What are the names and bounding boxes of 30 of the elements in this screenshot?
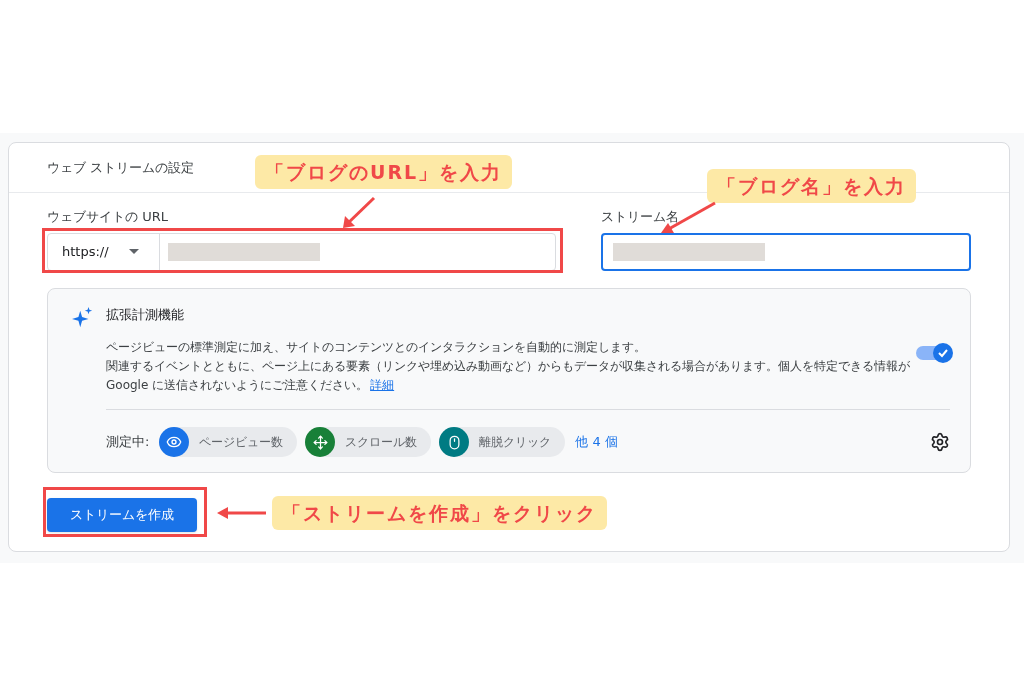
event-chip: 離脱クリック [439, 427, 566, 457]
settings-icon[interactable] [930, 432, 950, 452]
create-stream-button[interactable]: ストリームを作成 [47, 497, 197, 532]
section-title: 拡張計測機能 [106, 305, 185, 324]
check-icon [937, 347, 949, 359]
eye-icon [166, 434, 183, 450]
details-link[interactable]: 詳細 [370, 378, 395, 392]
more-events-link[interactable]: 他 4 個 [575, 432, 618, 452]
callout-label: 「ストリームを作成」をクリック [272, 496, 607, 530]
sparkle-icon [72, 306, 94, 329]
arrow-icon [216, 505, 266, 521]
stream-name-input[interactable] [601, 232, 971, 271]
url-input-field[interactable]: https:// [47, 232, 556, 271]
caret-icon [128, 249, 139, 254]
move-arrows-icon [312, 434, 328, 450]
measuring-label: 測定中: [106, 433, 150, 452]
arrow-icon [340, 195, 378, 231]
event-chip: ページビュー数 [159, 427, 298, 457]
mouse-icon [446, 434, 462, 450]
field-label: ストリーム名 [601, 208, 679, 226]
protocol-dropdown[interactable]: https:// [48, 233, 160, 270]
card-title: ウェブ ストリームの設定 [47, 158, 195, 177]
event-chip: スクロール数 [305, 427, 432, 457]
description-text: ページビューの標準測定に加え、サイトのコンテンツとのインタラクションを自動的に測定します。 [106, 340, 646, 354]
description-text: Google に送信されないようにご注意ください。 [106, 378, 369, 392]
toggle-switch[interactable] [916, 346, 950, 360]
description-text: 関連するイベントとともに、ページ上にある要素（リンクや埋め込み動画など）からもデータが収集される場合があります。個人を特定できる情報が [106, 359, 910, 373]
callout-label: 「ブログ名」を入力 [707, 169, 916, 203]
field-label: ウェブサイトの URL [47, 208, 168, 226]
callout-label: 「ブログのURL」を入力 [255, 155, 513, 189]
